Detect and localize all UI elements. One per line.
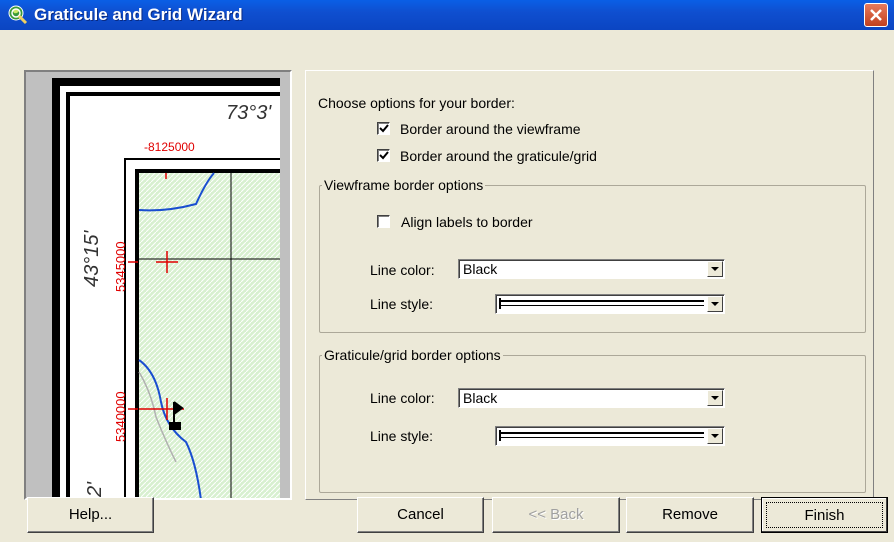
- back-button[interactable]: << Back: [492, 497, 620, 533]
- viewframe-line-color-label: Line color:: [370, 262, 435, 278]
- globe-magnifier-icon: [8, 5, 28, 25]
- viewframe-line-color-select[interactable]: Black: [458, 259, 725, 279]
- preview-y-label-1: 5345000: [113, 241, 128, 292]
- remove-button[interactable]: Remove: [626, 497, 754, 533]
- graticule-line-color-value: Black: [463, 390, 498, 406]
- border-viewframe-checkbox[interactable]: [377, 122, 390, 135]
- viewframe-line-color-value: Black: [463, 261, 498, 277]
- graticule-line-style-select[interactable]: [495, 426, 725, 446]
- viewframe-line-style-label: Line style:: [370, 296, 434, 312]
- align-labels-label[interactable]: Align labels to border: [401, 214, 533, 230]
- dropdown-button[interactable]: [707, 390, 723, 406]
- checkmark-icon: [379, 124, 389, 133]
- preview-corner-label: 2': [84, 482, 106, 497]
- finish-button-label: Finish: [766, 502, 883, 528]
- border-graticule-label[interactable]: Border around the graticule/grid: [400, 148, 597, 164]
- preview-y-label-2: 5340000: [113, 391, 128, 442]
- finish-button[interactable]: Finish: [761, 497, 888, 533]
- graticule-line-color-label: Line color:: [370, 390, 435, 406]
- close-icon: [870, 9, 882, 21]
- border-viewframe-label[interactable]: Border around the viewframe: [400, 121, 581, 137]
- align-labels-checkbox[interactable]: [377, 215, 390, 228]
- line-style-sample: [499, 298, 704, 309]
- help-button[interactable]: Help...: [27, 497, 154, 533]
- options-heading: Choose options for your border:: [318, 95, 515, 111]
- dropdown-button[interactable]: [707, 261, 723, 277]
- checkmark-icon: [379, 151, 389, 160]
- chevron-down-icon: [711, 434, 719, 438]
- viewframe-group-title: Viewframe border options: [322, 177, 486, 193]
- border-graticule-checkbox[interactable]: [377, 149, 390, 162]
- close-button[interactable]: [864, 3, 888, 27]
- dropdown-button[interactable]: [707, 428, 723, 444]
- graticule-border-options-group: Graticule/grid border options Line color…: [319, 347, 866, 493]
- dropdown-button[interactable]: [707, 296, 723, 312]
- preview-x-label: -8125000: [144, 140, 195, 154]
- viewframe-border-options-group: Viewframe border options Align labels to…: [319, 177, 866, 333]
- chevron-down-icon: [711, 267, 719, 271]
- chevron-down-icon: [711, 396, 719, 400]
- border-preview: 73°3' -8125000 43°15' 5345000 5340000 2': [24, 70, 292, 500]
- line-style-sample: [499, 430, 704, 441]
- viewframe-line-style-select[interactable]: [495, 294, 725, 314]
- title-bar: Graticule and Grid Wizard: [0, 0, 894, 30]
- cancel-button[interactable]: Cancel: [357, 497, 484, 533]
- map-preview-graphic: [52, 72, 290, 498]
- graticule-line-style-label: Line style:: [370, 428, 434, 444]
- graticule-line-color-select[interactable]: Black: [458, 388, 725, 408]
- preview-lat-label: 43°15': [81, 230, 103, 287]
- window-title: Graticule and Grid Wizard: [34, 5, 243, 24]
- graticule-group-title: Graticule/grid border options: [322, 347, 503, 363]
- chevron-down-icon: [711, 302, 719, 306]
- preview-top-label: 73°3': [226, 102, 272, 124]
- border-options-panel: Choose options for your border: Border a…: [305, 70, 874, 500]
